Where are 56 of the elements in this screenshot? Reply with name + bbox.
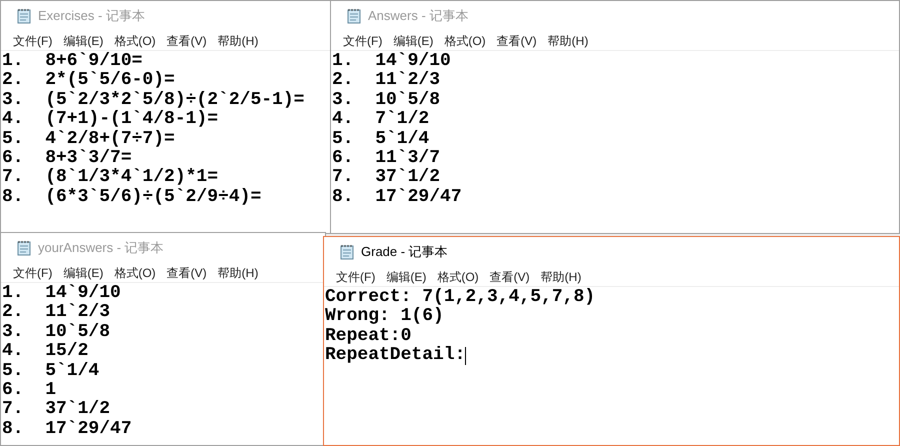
text-line: 4. 15/2 — [2, 342, 88, 362]
notepad-icon — [339, 244, 355, 260]
menu-item[interactable]: 文件(F) — [13, 264, 52, 282]
menu-item[interactable]: 文件(F) — [13, 32, 52, 50]
menu-item[interactable]: 帮助(H) — [218, 264, 258, 282]
window-title: Grade - 记事本 — [361, 243, 448, 262]
text-line: 8. (6*3`5/6)÷(5`2/9÷4)= — [2, 188, 262, 208]
menu-item[interactable]: 格式(O) — [114, 264, 156, 282]
menu-item[interactable]: 帮助(H) — [540, 268, 582, 286]
menu-item[interactable]: 格式(O) — [444, 32, 486, 50]
menu-item[interactable]: 文件(F) — [336, 268, 376, 286]
text-line: 5. 5`1/4 — [2, 362, 100, 382]
menu-item[interactable]: 文件(F) — [343, 32, 382, 50]
text-line: RepeatDetail: — [325, 346, 466, 366]
text-line: 1. 14`9/10 — [2, 284, 121, 303]
notepad-icon — [16, 240, 32, 256]
text-line: 8. 17`29/47 — [332, 188, 462, 208]
menu-item[interactable]: 帮助(H) — [548, 32, 588, 50]
notepad-icon — [16, 8, 32, 24]
menu-item[interactable]: 查看(V) — [166, 32, 207, 50]
text-line: 4. 7`1/2 — [332, 110, 430, 130]
window-title: Exercises - 记事本 — [38, 7, 145, 26]
menu-item[interactable]: 格式(O) — [114, 32, 156, 50]
text-line: 6. 11`3/7 — [332, 149, 440, 168]
menu-item[interactable]: 格式(O) — [437, 268, 479, 286]
text-line: 5. 4`2/8+(7÷7)= — [2, 130, 175, 149]
menu-item[interactable]: 查看(V) — [166, 264, 207, 282]
menu-item[interactable]: 帮助(H) — [218, 32, 258, 50]
menu-item[interactable]: 查看(V) — [496, 32, 537, 50]
text-line: 1. 8+6`9/10= — [2, 52, 142, 71]
menu-item[interactable]: 查看(V) — [490, 268, 530, 286]
window-title: Answers - 记事本 — [368, 7, 468, 26]
text-line: 6. 1 — [2, 381, 56, 400]
text-line: 1. 14`9/10 — [332, 52, 451, 71]
text-line: 5. 5`1/4 — [332, 130, 430, 149]
menu-item[interactable]: 编辑(E) — [393, 32, 434, 50]
text-line: 2. 2*(5`5/6-0)= — [2, 71, 175, 91]
menu-item[interactable]: 编辑(E) — [386, 268, 426, 286]
notepad-icon — [346, 8, 362, 24]
menu-item[interactable]: 编辑(E) — [63, 264, 104, 282]
text-line: Correct: 7(1,2,3,4,5,7,8) — [325, 288, 596, 307]
text-line: 2. 11`2/3 — [2, 303, 110, 323]
text-line: 7. 37`1/2 — [2, 400, 110, 420]
text-line: Wrong: 1(6) — [325, 307, 444, 327]
text-line: 2. 11`2/3 — [332, 71, 440, 91]
text-line: 7. (8`1/3*4`1/2)*1= — [2, 168, 218, 188]
text-line: 3. (5`2/3*2`5/8)÷(2`2/5-1)= — [2, 90, 304, 110]
text-line: 6. 8+3`3/7= — [2, 149, 132, 168]
menu-item[interactable]: 编辑(E) — [63, 32, 104, 50]
text-line: 8. 17`29/47 — [2, 420, 132, 440]
window-title: yourAnswers - 记事本 — [38, 239, 164, 258]
text-line: 4. (7+1)-(1`4/8-1)= — [2, 110, 218, 130]
text-line: Repeat:0 — [325, 326, 412, 346]
text-line: 3. 10`5/8 — [332, 90, 440, 110]
text-line: 7. 37`1/2 — [332, 168, 440, 188]
text-line: 3. 10`5/8 — [2, 322, 110, 342]
